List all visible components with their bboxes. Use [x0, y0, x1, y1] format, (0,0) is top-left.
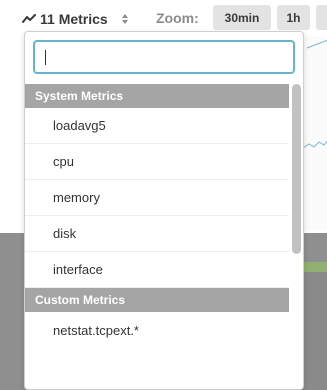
up-down-arrows-icon: [121, 14, 128, 24]
metric-search-input[interactable]: [35, 42, 293, 72]
metric-selector-button[interactable]: 11 Metrics: [22, 9, 129, 29]
background-chart: [300, 36, 327, 231]
text-cursor: [45, 50, 46, 65]
group-header: Custom Metrics: [25, 288, 289, 312]
metrics-dropdown: System Metrics loadavg5 cpu memory disk inter…: [24, 31, 304, 390]
zoom-1h-button[interactable]: 1h: [277, 5, 310, 30]
zoom-label: Zoom:: [156, 10, 199, 26]
zoom-30min-button[interactable]: 30min: [213, 5, 271, 30]
metric-option[interactable]: loadavg5: [25, 108, 289, 144]
zoom-more-button[interactable]: [316, 5, 327, 30]
metric-list: System Metrics loadavg5 cpu memory disk inter…: [25, 84, 289, 389]
metric-option[interactable]: memory: [25, 180, 289, 216]
trend-line-icon: [22, 14, 36, 23]
list-scrollbar[interactable]: [289, 84, 303, 389]
scrollbar-thumb[interactable]: [292, 84, 301, 254]
group-header: System Metrics: [25, 84, 289, 108]
metric-option[interactable]: netstat.tcpext.*: [25, 312, 289, 348]
metric-selector-label: 11 Metrics: [40, 11, 108, 27]
metric-option[interactable]: interface: [25, 252, 289, 288]
metric-option[interactable]: cpu: [25, 144, 289, 180]
metric-search-field[interactable]: [33, 40, 295, 74]
metric-option[interactable]: disk: [25, 216, 289, 252]
